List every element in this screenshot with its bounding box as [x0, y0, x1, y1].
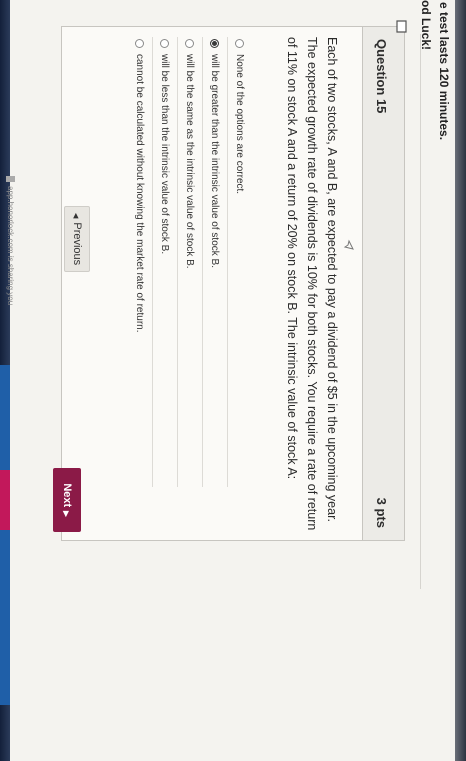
quiz-duration-note: e test lasts 120 minutes. — [437, 2, 451, 141]
question-card: Question 15 3 pts Each of two stocks, A … — [61, 20, 407, 541]
answer-label: will be the same as the intrinsic value … — [184, 54, 196, 269]
question-text: Each of two stocks, A and B, are expecte… — [285, 37, 339, 531]
divider — [420, 34, 421, 589]
screen-bezel — [455, 0, 466, 761]
radio-button-selected[interactable] — [210, 39, 220, 48]
previous-button[interactable]: ◂ Previous — [64, 206, 90, 272]
answer-label: cannot be calculated without knowing the… — [134, 54, 146, 333]
radio-button[interactable] — [135, 39, 145, 48]
answer-option[interactable]: will be less than the intrinsic value of… — [153, 37, 178, 487]
screen-share-banner: app.honorlock.com is sharing you — [6, 186, 15, 306]
answer-option[interactable]: will be greater than the intrinsic value… — [203, 37, 228, 487]
next-button[interactable]: Next ▸ — [53, 468, 81, 532]
quiz-page: e test lasts 120 minutes. od Luck! Quest… — [0, 0, 455, 761]
answer-option[interactable]: will be the same as the intrinsic value … — [178, 37, 203, 487]
chevron-left-icon: ◂ — [70, 212, 83, 219]
question-points: 3 pts — [374, 497, 389, 528]
previous-label: Previous — [71, 222, 83, 266]
answer-label: will be greater than the intrinsic value… — [209, 54, 221, 268]
share-icon[interactable] — [343, 239, 355, 251]
answer-options: None of the options are correct. will be… — [128, 37, 252, 487]
answer-label: will be less than the intrinsic value of… — [159, 54, 171, 255]
screen: e test lasts 120 minutes. od Luck! Quest… — [0, 0, 455, 761]
flag-icon[interactable] — [393, 18, 407, 34]
chevron-right-icon: ▸ — [60, 511, 73, 517]
question-header: Question 15 3 pts — [362, 20, 407, 540]
radio-button[interactable] — [160, 39, 170, 48]
answer-label: None of the options are correct. — [234, 54, 246, 195]
pause-icon — [6, 176, 15, 182]
next-label: Next — [61, 483, 73, 508]
answer-option[interactable]: None of the options are correct. — [228, 37, 252, 487]
radio-button[interactable] — [185, 39, 195, 48]
radio-button[interactable] — [235, 39, 245, 48]
good-luck-text: od Luck! — [419, 0, 433, 50]
answer-option[interactable]: cannot be calculated without knowing the… — [128, 37, 153, 487]
question-title: Question 15 — [374, 39, 389, 114]
